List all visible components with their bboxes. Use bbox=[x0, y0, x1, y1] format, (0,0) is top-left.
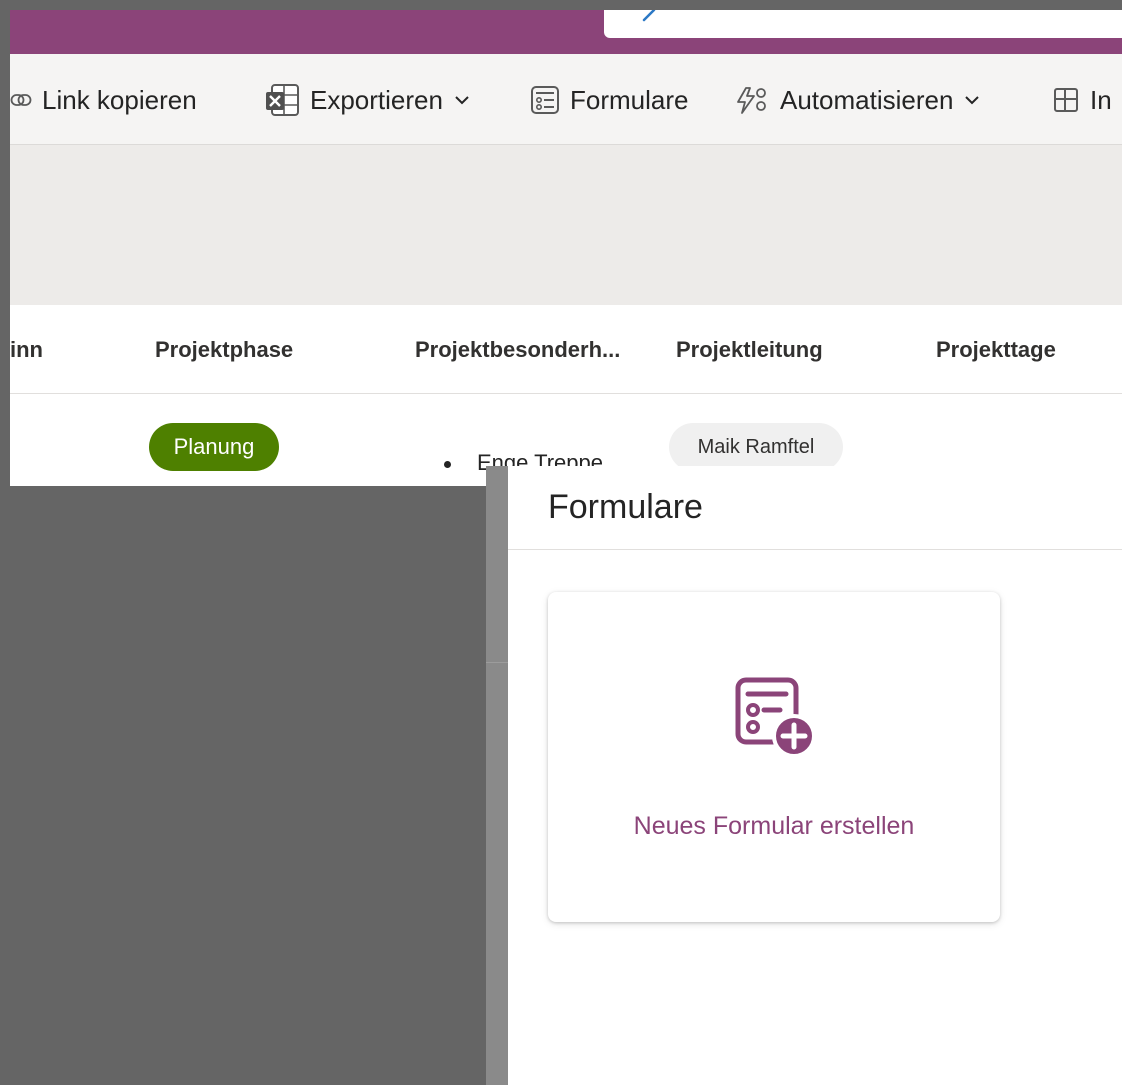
column-header-projektleitung[interactable]: Projektleitung bbox=[676, 337, 823, 363]
column-header-projektbesonderheiten[interactable]: Projektbesonderh... bbox=[415, 337, 620, 363]
integrate-icon bbox=[1052, 86, 1080, 114]
chevron-down-icon bbox=[965, 95, 980, 105]
top-app-bar bbox=[10, 10, 1122, 54]
new-form-icon bbox=[735, 677, 816, 758]
divider bbox=[486, 662, 508, 663]
copy-link-button[interactable]: Link kopieren bbox=[10, 82, 197, 118]
search-box[interactable] bbox=[604, 10, 1122, 38]
panel-title: Formulare bbox=[548, 488, 703, 526]
forms-label: Formulare bbox=[570, 84, 689, 115]
person-pill-projektleitung[interactable]: Maik Ramftel bbox=[669, 423, 843, 471]
column-header-projekttage[interactable]: Projekttage bbox=[936, 337, 1056, 363]
form-icon bbox=[530, 85, 560, 115]
export-label: Exportieren bbox=[310, 84, 443, 115]
link-icon bbox=[10, 92, 32, 108]
column-header-beginn[interactable]: inn bbox=[10, 337, 43, 363]
export-button[interactable]: Exportieren bbox=[264, 82, 469, 118]
chevron-down-icon bbox=[455, 95, 469, 105]
automate-label: Automatisieren bbox=[780, 84, 954, 115]
column-header-projektphase[interactable]: Projektphase bbox=[155, 337, 293, 363]
app-window: Link kopieren Exportieren Formulare Auto… bbox=[10, 10, 1122, 486]
copy-link-label: Link kopieren bbox=[42, 84, 197, 115]
search-icon bbox=[642, 10, 656, 22]
new-form-card[interactable]: Neues Formular erstellen bbox=[548, 592, 1000, 922]
automate-button[interactable]: Automatisieren bbox=[734, 82, 980, 118]
excel-icon bbox=[264, 83, 300, 117]
view-header-area bbox=[10, 145, 1122, 305]
command-bar: Link kopieren Exportieren Formulare Auto… bbox=[10, 54, 1122, 145]
forms-panel: Formulare Neues Formular erstellen bbox=[508, 466, 1122, 1085]
forms-button[interactable]: Formulare bbox=[530, 82, 688, 118]
panel-backdrop-edge bbox=[486, 466, 508, 1085]
grid-header-row: inn Projektphase Projektbesonderh... Pro… bbox=[10, 305, 1122, 394]
automate-icon bbox=[734, 85, 770, 115]
status-badge-projektphase: Planung bbox=[149, 423, 279, 471]
integrate-label: In bbox=[1090, 84, 1112, 115]
integrate-button[interactable]: In bbox=[1052, 82, 1112, 118]
bullet-icon bbox=[444, 460, 451, 468]
divider bbox=[508, 549, 1122, 550]
new-form-label: Neues Formular erstellen bbox=[633, 812, 915, 840]
